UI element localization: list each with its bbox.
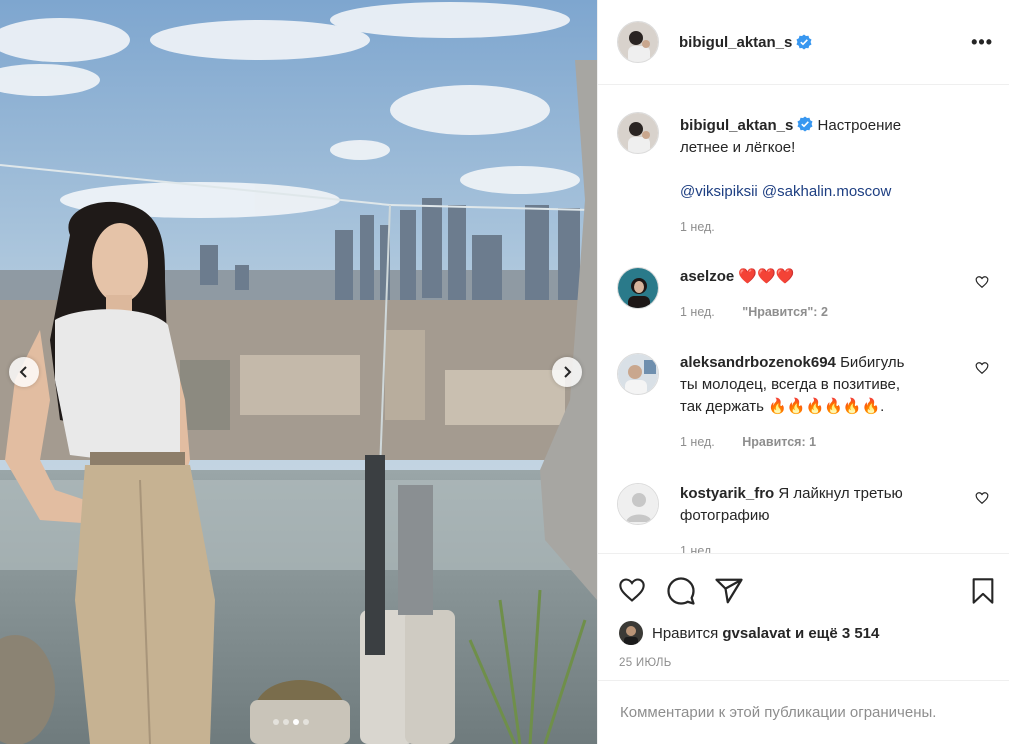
liked-by-username[interactable]: gvsalavat — [722, 625, 790, 642]
carousel-next-button[interactable] — [552, 357, 582, 387]
heart-icon[interactable] — [975, 275, 989, 289]
post-image — [0, 0, 597, 744]
caption: bibigul_aktan_s Настроение летнее и лёгк… — [617, 112, 989, 238]
verified-badge-icon — [796, 34, 812, 50]
author-username[interactable]: bibigul_aktan_s — [679, 34, 792, 51]
comment-icon[interactable] — [666, 576, 696, 606]
comment-item: aselzoe ❤️❤️❤️ 1 нед. "Нравится": 2 — [617, 267, 989, 323]
share-icon[interactable] — [714, 576, 744, 606]
comment-likes[interactable]: "Нравится": 2 — [742, 305, 828, 319]
carousel-dot — [273, 719, 279, 725]
caption-username[interactable]: bibigul_aktan_s — [680, 117, 793, 134]
comment-username[interactable]: aselzoe — [680, 268, 734, 285]
comment-likes[interactable]: Нравится: 1 — [742, 435, 816, 449]
bookmark-icon[interactable] — [969, 576, 997, 606]
carousel-dot-active — [293, 719, 299, 725]
commenter-avatar[interactable] — [617, 353, 659, 395]
chevron-left-icon — [19, 366, 27, 378]
likes-summary: Нравится gvsalavat и ещё 3 514 — [619, 621, 879, 645]
post-date[interactable]: 25 ИЮЛЬ — [619, 657, 672, 669]
post-side-panel: bibigul_aktan_s ••• bibigul_aktan_s Наст… — [597, 0, 1009, 744]
instagram-post-dialog: bibigul_aktan_s ••• bibigul_aktan_s Наст… — [0, 0, 1009, 744]
action-bar — [617, 576, 997, 606]
comments-list[interactable]: bibigul_aktan_s Настроение летнее и лёгк… — [598, 86, 1009, 553]
comment-text: Бибигуль — [840, 354, 905, 371]
likes-count[interactable]: и ещё 3 514 — [795, 625, 879, 642]
heart-icon[interactable] — [975, 491, 989, 505]
more-options-icon[interactable]: ••• — [971, 32, 993, 53]
caption-text-line: Настроение — [817, 117, 902, 134]
carousel-dot — [303, 719, 309, 725]
comment-item: aleksandrbozenok694 Бибигуль ты молодец,… — [617, 353, 989, 453]
comment-timestamp[interactable]: 1 нед. — [680, 305, 715, 319]
comment-timestamp[interactable]: 1 нед. — [680, 435, 715, 449]
carousel-prev-button[interactable] — [9, 357, 39, 387]
caption-author-avatar[interactable] — [617, 112, 659, 154]
commenter-avatar[interactable] — [617, 267, 659, 309]
author-avatar[interactable] — [617, 21, 659, 63]
comment-text: фотографию — [680, 507, 770, 524]
heart-icon[interactable] — [975, 361, 989, 375]
commenter-avatar[interactable] — [617, 483, 659, 525]
liker-avatar[interactable] — [619, 621, 643, 645]
mention-link[interactable]: @viksipiksii — [680, 183, 758, 200]
comment-text: Я лайкнул третью — [778, 485, 903, 502]
mention-link[interactable]: @sakhalin.moscow — [762, 183, 891, 200]
post-actions: Нравится gvsalavat и ещё 3 514 25 ИЮЛЬ — [598, 553, 1009, 673]
comment-text: ты молодец, всегда в позитиве, — [680, 376, 901, 393]
caption-text-line: летнее и лёгкое! — [680, 139, 796, 156]
comment-text: ❤️❤️❤️ — [738, 268, 795, 285]
comment-username[interactable]: kostyarik_fro — [680, 485, 774, 502]
comment-username[interactable]: aleksandrbozenok694 — [680, 354, 836, 371]
post-photo[interactable] — [0, 0, 597, 744]
comments-restricted-notice: Комментарии к этой публикации ограничены… — [598, 680, 1009, 744]
caption-timestamp[interactable]: 1 нед. — [680, 220, 715, 234]
post-header: bibigul_aktan_s ••• — [598, 0, 1009, 85]
carousel-dot — [283, 719, 289, 725]
comment-timestamp[interactable]: 1 нед. — [680, 544, 715, 553]
comment-text: так держать 🔥🔥🔥🔥🔥🔥. — [680, 398, 885, 415]
verified-badge-icon — [797, 116, 813, 132]
heart-icon[interactable] — [617, 576, 647, 604]
likes-prefix: Нравится — [652, 624, 719, 642]
comment-item: kostyarik_fro Я лайкнул третью фотографи… — [617, 483, 989, 553]
carousel-indicator — [273, 719, 309, 725]
chevron-right-icon — [564, 366, 572, 378]
